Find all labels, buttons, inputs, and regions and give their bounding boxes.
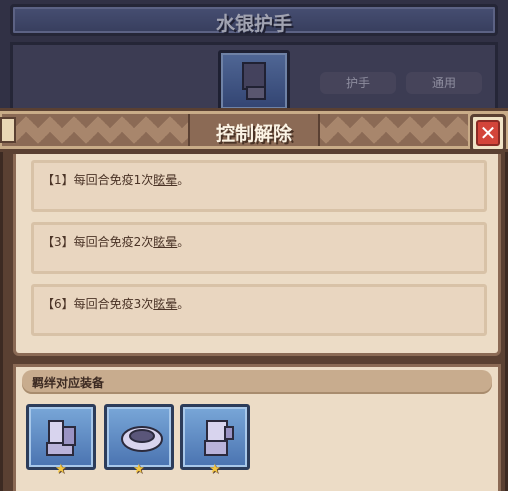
effect-row: 【1】每回合免疫1次眩晕。 bbox=[31, 160, 487, 212]
equipment-slot-gauntlet[interactable]: ★ bbox=[180, 404, 250, 477]
close-icon: ✕ bbox=[476, 120, 500, 146]
effect-row: 【6】每回合免疫3次眩晕。 bbox=[31, 284, 487, 336]
effect-end: 。 bbox=[177, 297, 190, 311]
effects-panel: 【1】每回合免疫1次眩晕。 【3】每回合免疫2次眩晕。 【6】每回合免疫3次眩晕… bbox=[13, 154, 501, 356]
effect-row: 【3】每回合免疫2次眩晕。 bbox=[31, 222, 487, 274]
dialog-title: 控制解除 bbox=[215, 123, 292, 145]
effect-end: 。 bbox=[177, 173, 190, 187]
equipment-slot-boots[interactable]: ★ bbox=[26, 404, 96, 477]
effect-description: 每回合免疫2次 bbox=[73, 235, 154, 249]
effect-keyword-link[interactable]: 眩晕 bbox=[153, 297, 177, 311]
effect-level: 【1】 bbox=[42, 173, 74, 187]
boots-icon bbox=[46, 420, 76, 456]
bond-equipment-section: 羁绊对应装备 ★ ★ ★ bbox=[13, 364, 501, 491]
effect-text: 【3】每回合免疫2次眩晕。 bbox=[42, 233, 189, 250]
effect-text: 【6】每回合免疫3次眩晕。 bbox=[42, 295, 189, 312]
star-icon: ★ bbox=[133, 462, 145, 477]
gauntlet-icon bbox=[204, 420, 234, 456]
effect-level: 【6】 bbox=[42, 297, 74, 311]
dialog-header: 控制解除 ✕ bbox=[0, 108, 508, 152]
effect-keyword-link[interactable]: 眩晕 bbox=[153, 235, 177, 249]
bond-dialog: 控制解除 ✕ 【1】每回合免疫1次眩晕。 【3】每回合免疫2次眩晕。 【6】每回… bbox=[0, 108, 508, 491]
effect-end: 。 bbox=[177, 235, 190, 249]
effect-level: 【3】 bbox=[42, 235, 74, 249]
dialog-body: 【1】每回合免疫1次眩晕。 【3】每回合免疫2次眩晕。 【6】每回合免疫3次眩晕… bbox=[0, 152, 508, 491]
effect-description: 每回合免疫3次 bbox=[73, 297, 154, 311]
equipment-slot-bracer[interactable]: ★ bbox=[104, 404, 174, 477]
section-header: 羁绊对应装备 bbox=[22, 370, 492, 394]
section-title: 羁绊对应装备 bbox=[32, 376, 105, 390]
effect-keyword-link[interactable]: 眩晕 bbox=[153, 173, 177, 187]
effect-description: 每回合免疫1次 bbox=[73, 173, 154, 187]
bracer-icon bbox=[121, 426, 163, 452]
effect-text: 【1】每回合免疫1次眩晕。 bbox=[42, 171, 189, 188]
header-ornament bbox=[0, 117, 16, 143]
star-icon: ★ bbox=[55, 462, 67, 477]
star-icon: ★ bbox=[209, 462, 221, 477]
close-button[interactable]: ✕ bbox=[470, 114, 506, 152]
dialog-title-plate: 控制解除 bbox=[188, 114, 320, 146]
